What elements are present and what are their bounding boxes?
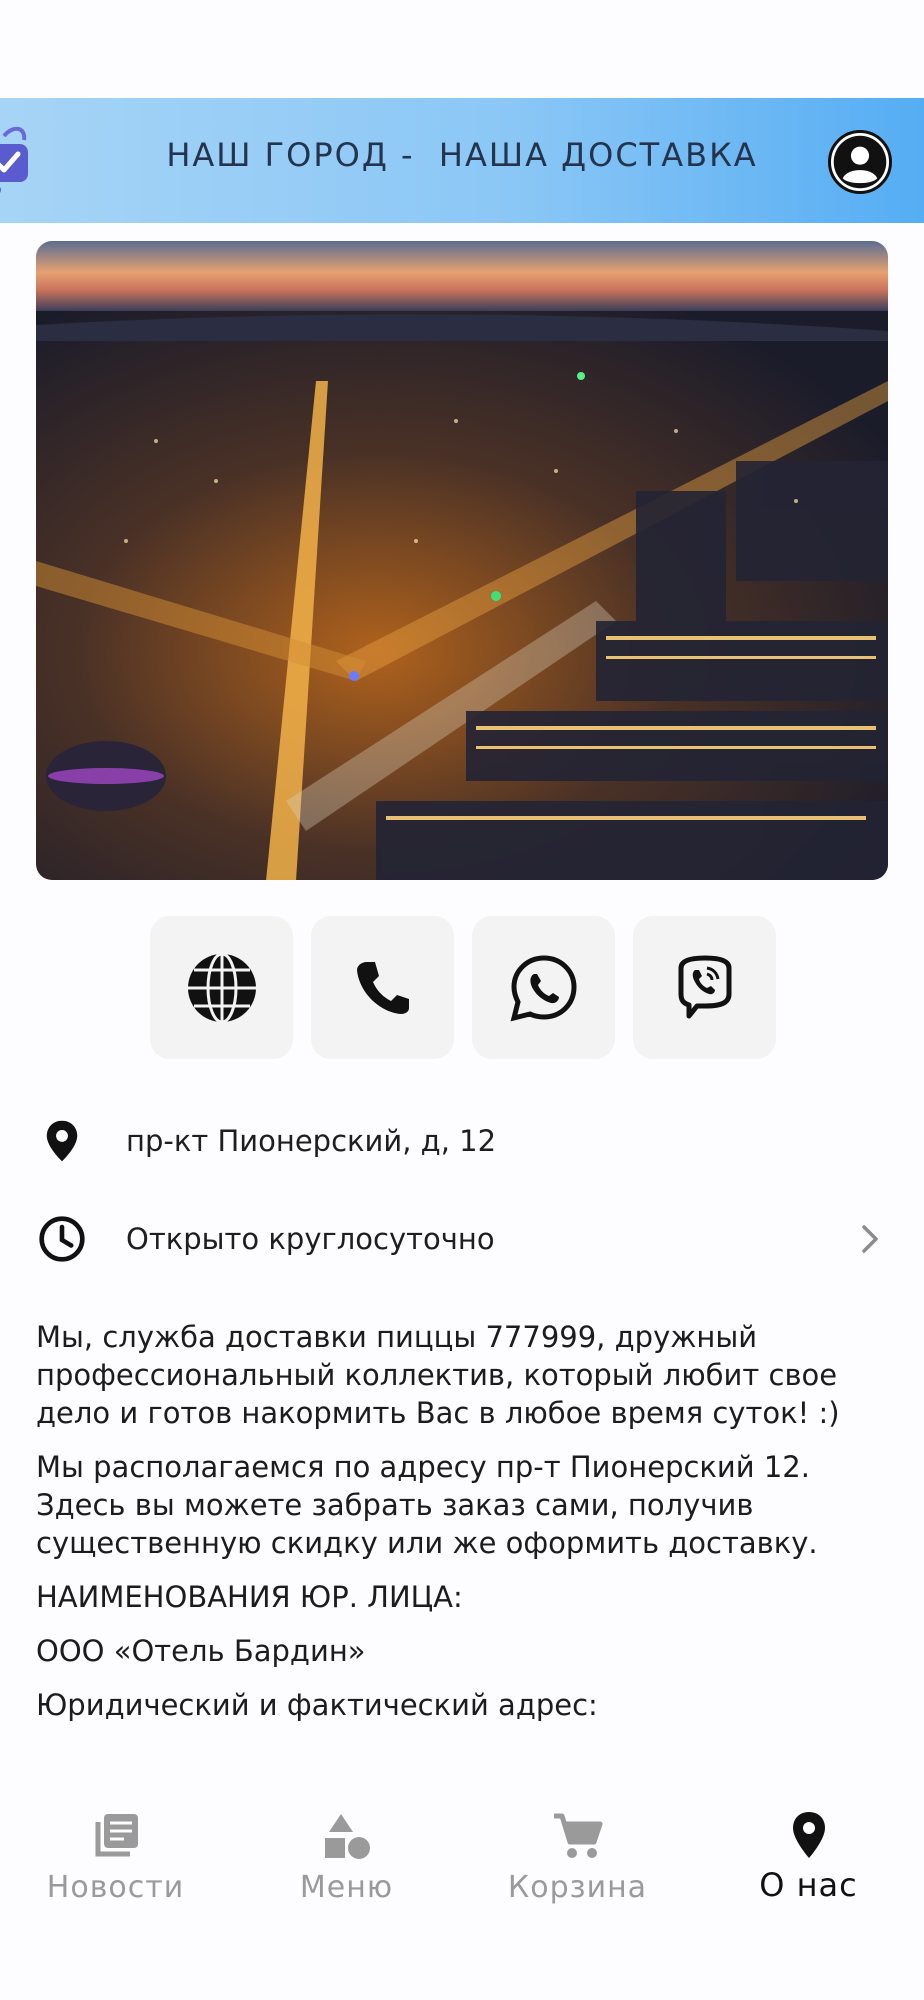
bottom-navigation: Новости Меню Корзина О нас: [0, 1788, 924, 2000]
globe-icon: [187, 952, 256, 1023]
address-text: пр-кт Пионерский, д, 12: [126, 1124, 497, 1158]
address-row: пр-кт Пионерский, д, 12: [36, 1106, 888, 1176]
viber-icon: [678, 955, 731, 1018]
about-paragraph: Мы располагаемся по адресу пр-т Пионерск…: [36, 1450, 818, 1560]
account-circle-icon: [833, 135, 887, 189]
shapes-icon: [324, 1814, 370, 1859]
hours-row[interactable]: Открыто круглосуточно: [36, 1204, 888, 1274]
nav-item-news[interactable]: Новости: [0, 1810, 231, 1905]
hours-text: Открыто круглосуточно: [126, 1222, 495, 1256]
contact-buttons: [150, 916, 776, 1059]
nav-label: О нас: [759, 1866, 858, 1904]
viber-button[interactable]: [633, 916, 776, 1059]
legal-name: ООО «Отель Бардин»: [36, 1634, 366, 1668]
legal-heading: НАИМЕНОВАНИЯ ЮР. ЛИЦА:: [36, 1580, 463, 1614]
location-pin-icon: [36, 1115, 88, 1167]
address-heading: Юридический и фактический адрес:: [36, 1688, 598, 1722]
app-header: НАШ ГОРОД - НАША ДОСТАВКА: [0, 98, 924, 223]
hero-image: [36, 241, 888, 880]
nav-label: Меню: [299, 1870, 394, 1905]
nav-label: Новости: [46, 1870, 185, 1905]
about-paragraph: Мы, служба доставки пиццы 777999, дружны…: [36, 1320, 840, 1430]
about-section: Мы, служба доставки пиццы 777999, дружны…: [36, 1318, 896, 1740]
nav-item-menu[interactable]: Меню: [231, 1810, 462, 1905]
app-title: НАШ ГОРОД - НАША ДОСТАВКА: [166, 136, 758, 174]
location-pin-icon: [792, 1812, 825, 1858]
clock-icon: [36, 1213, 88, 1265]
nav-item-about[interactable]: О нас: [693, 1810, 924, 1904]
chevron-right-icon: [862, 1225, 878, 1253]
call-button[interactable]: [311, 916, 454, 1059]
whatsapp-button[interactable]: [472, 916, 615, 1059]
whatsapp-icon: [510, 954, 577, 1021]
cart-icon: [553, 1813, 602, 1858]
nav-label: Корзина: [507, 1870, 648, 1905]
account-button[interactable]: [828, 130, 892, 194]
news-icon: [95, 1814, 138, 1857]
phone-icon: [356, 961, 409, 1014]
website-button[interactable]: [150, 916, 293, 1059]
nav-item-cart[interactable]: Корзина: [462, 1810, 693, 1905]
